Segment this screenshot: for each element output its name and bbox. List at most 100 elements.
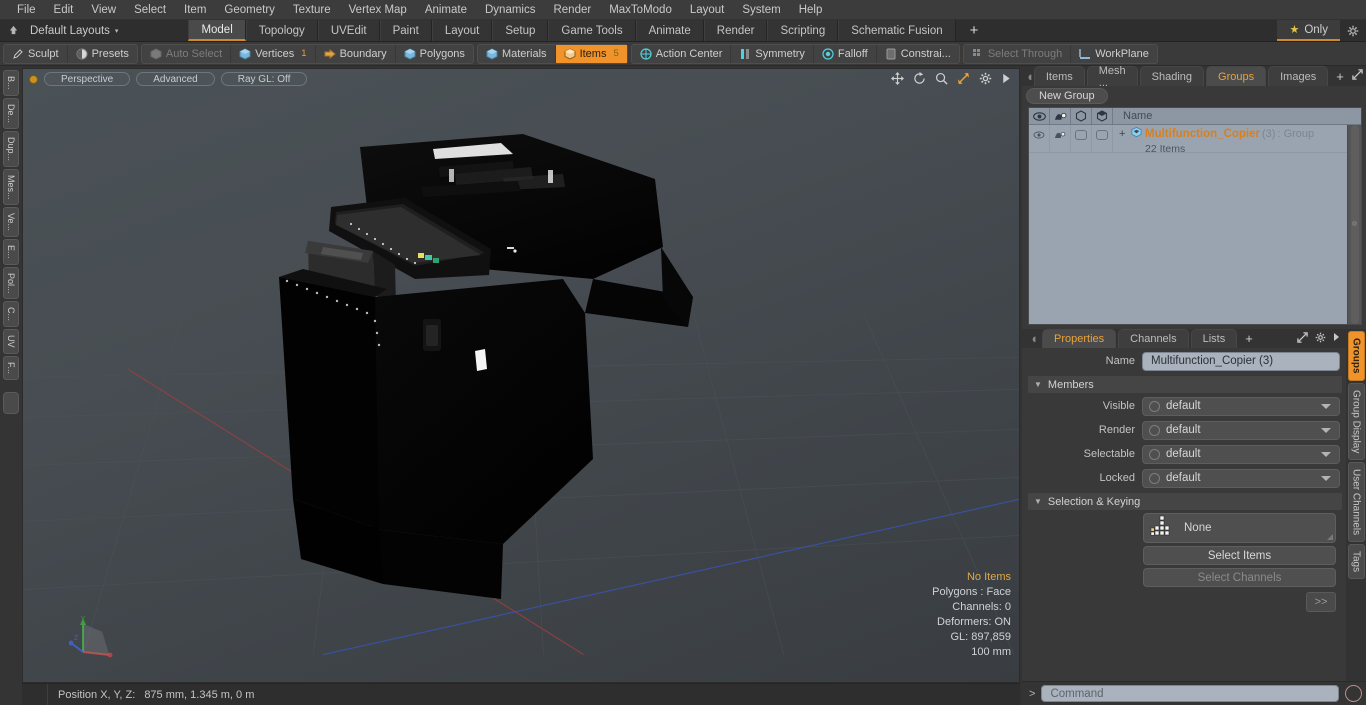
viewport-menu-dot[interactable] (29, 74, 38, 84)
panel-tab-mesh[interactable]: Mesh ... (1086, 65, 1138, 89)
left-tab-uv[interactable]: UV (3, 329, 19, 354)
menu-system[interactable]: System (733, 0, 789, 20)
viewport-3d[interactable]: Perspective Advanced Ray GL: Off Y Z No … (22, 68, 1020, 683)
menu-render[interactable]: Render (544, 0, 600, 20)
fit-icon[interactable] (957, 72, 970, 85)
more-options-button[interactable]: >> (1306, 592, 1336, 612)
left-tab-deform[interactable]: De... (3, 97, 19, 129)
panel-menu-dot[interactable]: ◖ (1026, 66, 1034, 86)
properties-menu-dot[interactable]: ◖ (1026, 329, 1042, 348)
tab-render[interactable]: Render (703, 20, 768, 41)
visible-dropdown[interactable]: default (1142, 396, 1340, 416)
row-render-toggle[interactable] (1050, 125, 1071, 152)
menu-help[interactable]: Help (790, 0, 832, 20)
play-icon[interactable] (1001, 73, 1011, 84)
eye-icon[interactable] (1029, 108, 1050, 124)
row-cube-shaded-toggle[interactable] (1092, 125, 1113, 152)
side-tab-user-channels[interactable]: User Channels (1347, 461, 1365, 543)
zoom-icon[interactable] (935, 72, 948, 85)
properties-tab-channels[interactable]: Channels (1118, 329, 1189, 348)
channel-circle-icon[interactable] (1149, 448, 1160, 460)
gear-icon[interactable] (979, 72, 992, 85)
select-items-button[interactable]: Select Items (1143, 546, 1336, 565)
add-tab-button[interactable]: + (956, 20, 993, 41)
render-dropdown[interactable]: default (1142, 420, 1340, 440)
selection-set-field[interactable]: None (1143, 513, 1336, 543)
menu-geometry[interactable]: Geometry (215, 0, 284, 20)
tab-game-tools[interactable]: Game Tools (548, 20, 636, 41)
boundary-button[interactable]: Boundary (316, 44, 396, 63)
gear-icon[interactable] (1315, 332, 1326, 346)
properties-tab-lists[interactable]: Lists (1190, 329, 1238, 348)
left-tab-edge[interactable]: E... (3, 239, 19, 265)
chevron-right-icon[interactable] (1333, 332, 1340, 345)
tab-scripting[interactable]: Scripting (767, 20, 839, 41)
table-row[interactable]: + Multifunction_Copier (3) : Group 22 It… (1029, 125, 1347, 155)
menu-animate[interactable]: Animate (416, 0, 476, 20)
row-expander[interactable]: + (1119, 128, 1128, 141)
only-toggle[interactable]: ★ Only (1277, 20, 1340, 41)
section-selection-keying[interactable]: ▼ Selection & Keying (1028, 493, 1342, 510)
tab-paint[interactable]: Paint (379, 20, 432, 41)
tab-schematic-fusion[interactable]: Schematic Fusion (838, 20, 956, 41)
section-members[interactable]: ▼ Members (1028, 376, 1342, 393)
falloff-button[interactable]: Falloff (814, 44, 877, 63)
name-input[interactable]: Multifunction_Copier (3) (1142, 351, 1340, 371)
panel-tab-shading[interactable]: Shading (1139, 66, 1205, 86)
tab-uvedit[interactable]: UVEdit (317, 20, 380, 41)
menu-dynamics[interactable]: Dynamics (476, 0, 544, 20)
presets-button[interactable]: Presets (68, 45, 137, 63)
sculpt-button[interactable]: Sculpt (4, 44, 68, 63)
menu-item[interactable]: Item (175, 0, 215, 20)
row-visible-toggle[interactable] (1029, 125, 1050, 152)
left-tab-duplicate[interactable]: Dup... (3, 130, 19, 167)
left-tab-vertex[interactable]: Ve... (3, 207, 19, 238)
workplane-button[interactable]: WorkPlane (1071, 45, 1157, 63)
viewport-shading-chip[interactable]: Advanced (136, 72, 215, 86)
side-tab-groups[interactable]: Groups (1347, 331, 1365, 381)
channel-circle-icon[interactable] (1149, 472, 1160, 484)
properties-add-tab-button[interactable]: + (1239, 329, 1259, 348)
action-center-button[interactable]: Action Center (632, 44, 732, 63)
layout-selector[interactable]: Default Layouts ▾ (26, 20, 128, 41)
vertices-button[interactable]: Vertices 1 (231, 44, 316, 63)
tab-layout[interactable]: Layout (431, 20, 493, 41)
scrollbar-thumb[interactable] (1350, 125, 1359, 324)
left-tab-polygon[interactable]: Pol... (3, 266, 19, 300)
panel-add-tab-button[interactable]: + (1330, 66, 1350, 86)
left-tab-basic[interactable]: B... (3, 70, 19, 96)
gear-icon[interactable] (1340, 20, 1366, 41)
locked-dropdown[interactable]: default (1142, 468, 1340, 488)
cube-shaded-icon[interactable] (1092, 108, 1113, 124)
new-group-button[interactable]: New Group (1026, 88, 1108, 104)
side-tab-tags[interactable]: Tags (1347, 544, 1365, 580)
side-tab-group-display[interactable]: Group Display (1347, 382, 1365, 460)
viewport-perspective-chip[interactable]: Perspective (44, 72, 131, 86)
menu-file[interactable]: File (8, 0, 45, 20)
properties-tab-properties[interactable]: Properties (1042, 329, 1117, 348)
record-circle-icon[interactable] (1345, 685, 1362, 702)
menu-texture[interactable]: Texture (284, 0, 340, 20)
items-button[interactable]: Items 5 (555, 44, 627, 63)
tab-setup[interactable]: Setup (492, 20, 549, 41)
expand-icon[interactable] (1297, 331, 1308, 346)
channel-circle-icon[interactable] (1149, 424, 1160, 436)
menu-vertex-map[interactable]: Vertex Map (340, 0, 416, 20)
panel-tab-images[interactable]: Images (1268, 66, 1329, 86)
menu-layout[interactable]: Layout (681, 0, 734, 20)
row-name-cell[interactable]: + Multifunction_Copier (3) : Group 22 It… (1113, 125, 1347, 155)
left-tab-mesh[interactable]: Mes... (3, 168, 19, 206)
command-input[interactable]: Command (1041, 685, 1339, 702)
expand-icon[interactable] (1352, 69, 1363, 83)
select-through-button[interactable]: Select Through (964, 44, 1072, 63)
left-tab-fusion[interactable]: F... (3, 355, 19, 380)
menu-select[interactable]: Select (125, 0, 175, 20)
menu-view[interactable]: View (82, 0, 125, 20)
rotate-icon[interactable] (913, 72, 926, 85)
cube-outline-icon[interactable] (1071, 108, 1092, 124)
tab-model[interactable]: Model (188, 20, 246, 41)
left-tab-extra[interactable] (3, 391, 19, 414)
item-list-scrollbar[interactable] (1347, 125, 1361, 324)
auto-select-button[interactable]: Auto Select (142, 44, 232, 63)
materials-button[interactable]: Materials (478, 44, 556, 63)
